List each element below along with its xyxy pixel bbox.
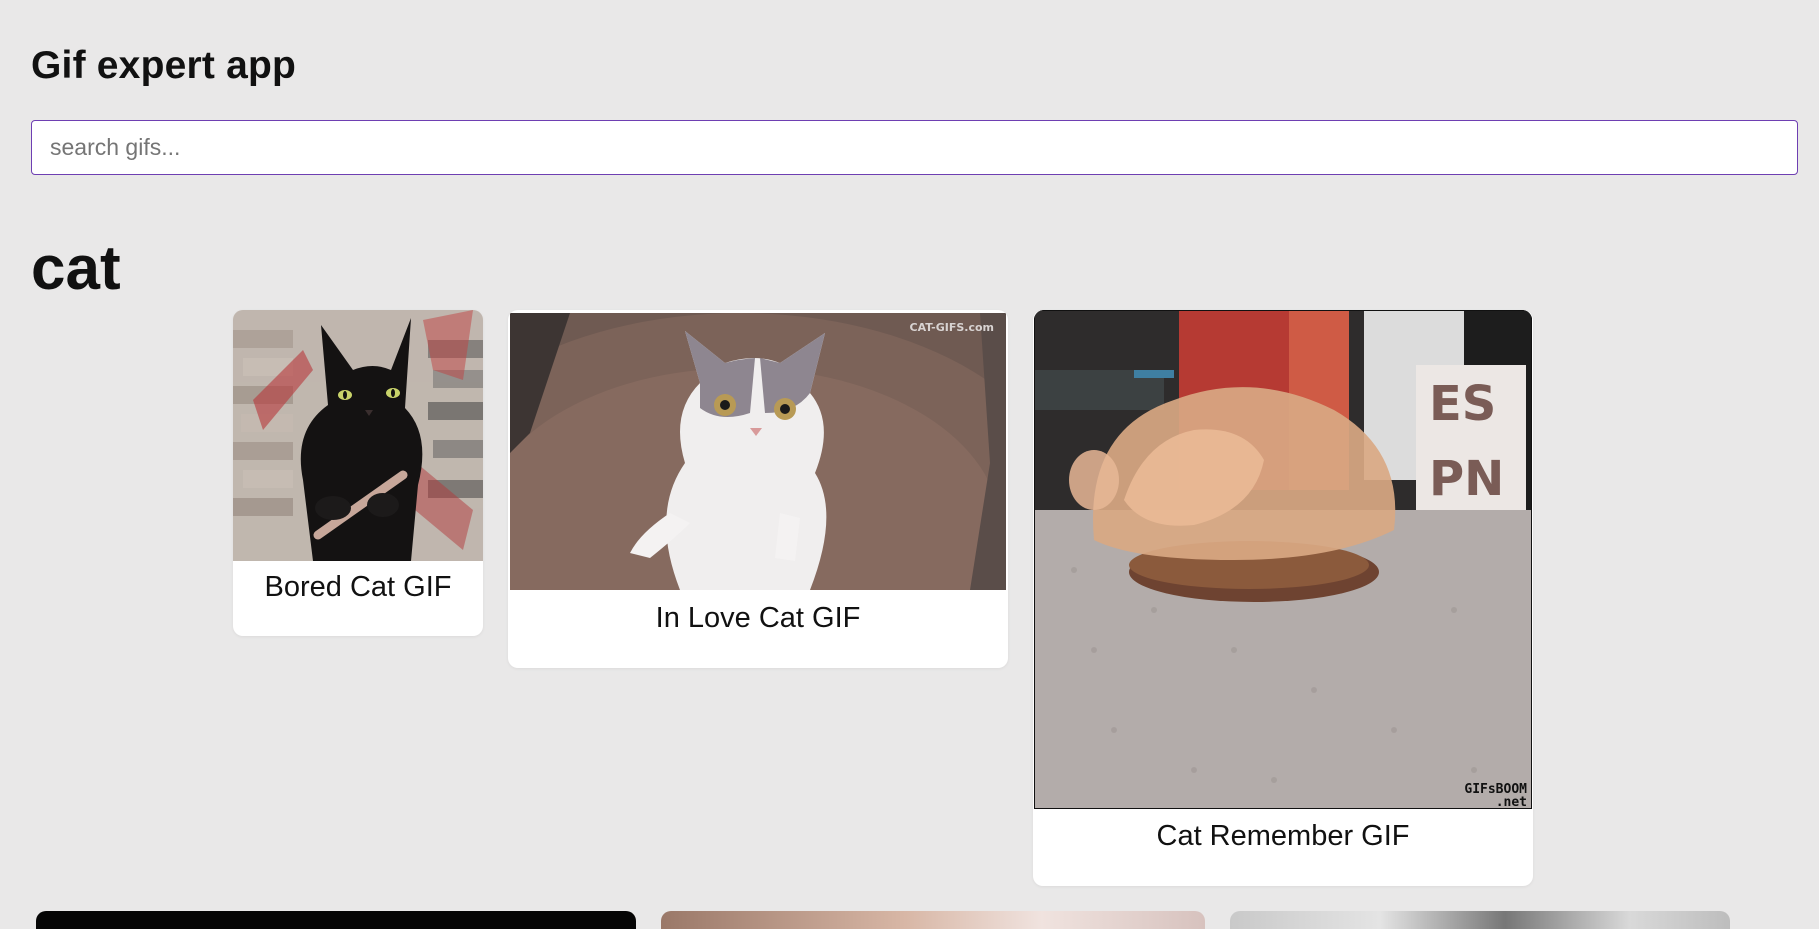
gif-card-partial[interactable] (661, 911, 1205, 929)
gif-card-cat-remember[interactable]: ES PN GIFsBOOM .net Cat Remember GIF (1033, 310, 1533, 886)
gif-card-in-love-cat[interactable]: CAT-GIFS.com In Love Cat GIF (508, 310, 1008, 668)
gif-title: In Love Cat GIF (655, 602, 861, 634)
box-text-bottom: PN (1429, 451, 1504, 507)
gif-card-partial[interactable] (1230, 911, 1730, 929)
gif-card-bored-cat[interactable]: Bored Cat GIF (233, 310, 483, 636)
watermark-text: .net (1496, 795, 1527, 809)
gif-image-cat-remember[interactable]: ES PN GIFsBOOM .net (1034, 310, 1532, 809)
gif-title: Cat Remember GIF (1156, 820, 1410, 852)
search-input[interactable] (31, 120, 1798, 175)
gif-title: Bored Cat GIF (264, 571, 452, 603)
gif-expert-page: Gif expert app cat (0, 0, 1819, 929)
gif-card-partial[interactable] (36, 911, 636, 929)
gif-image-in-love-cat[interactable]: CAT-GIFS.com (510, 313, 1006, 590)
watermark-text: CAT-GIFS.com (910, 321, 994, 334)
category-title: cat (31, 234, 121, 303)
box-text-top: ES (1429, 376, 1496, 432)
app-title: Gif expert app (31, 44, 297, 87)
gif-image-bored-cat[interactable] (233, 310, 483, 561)
